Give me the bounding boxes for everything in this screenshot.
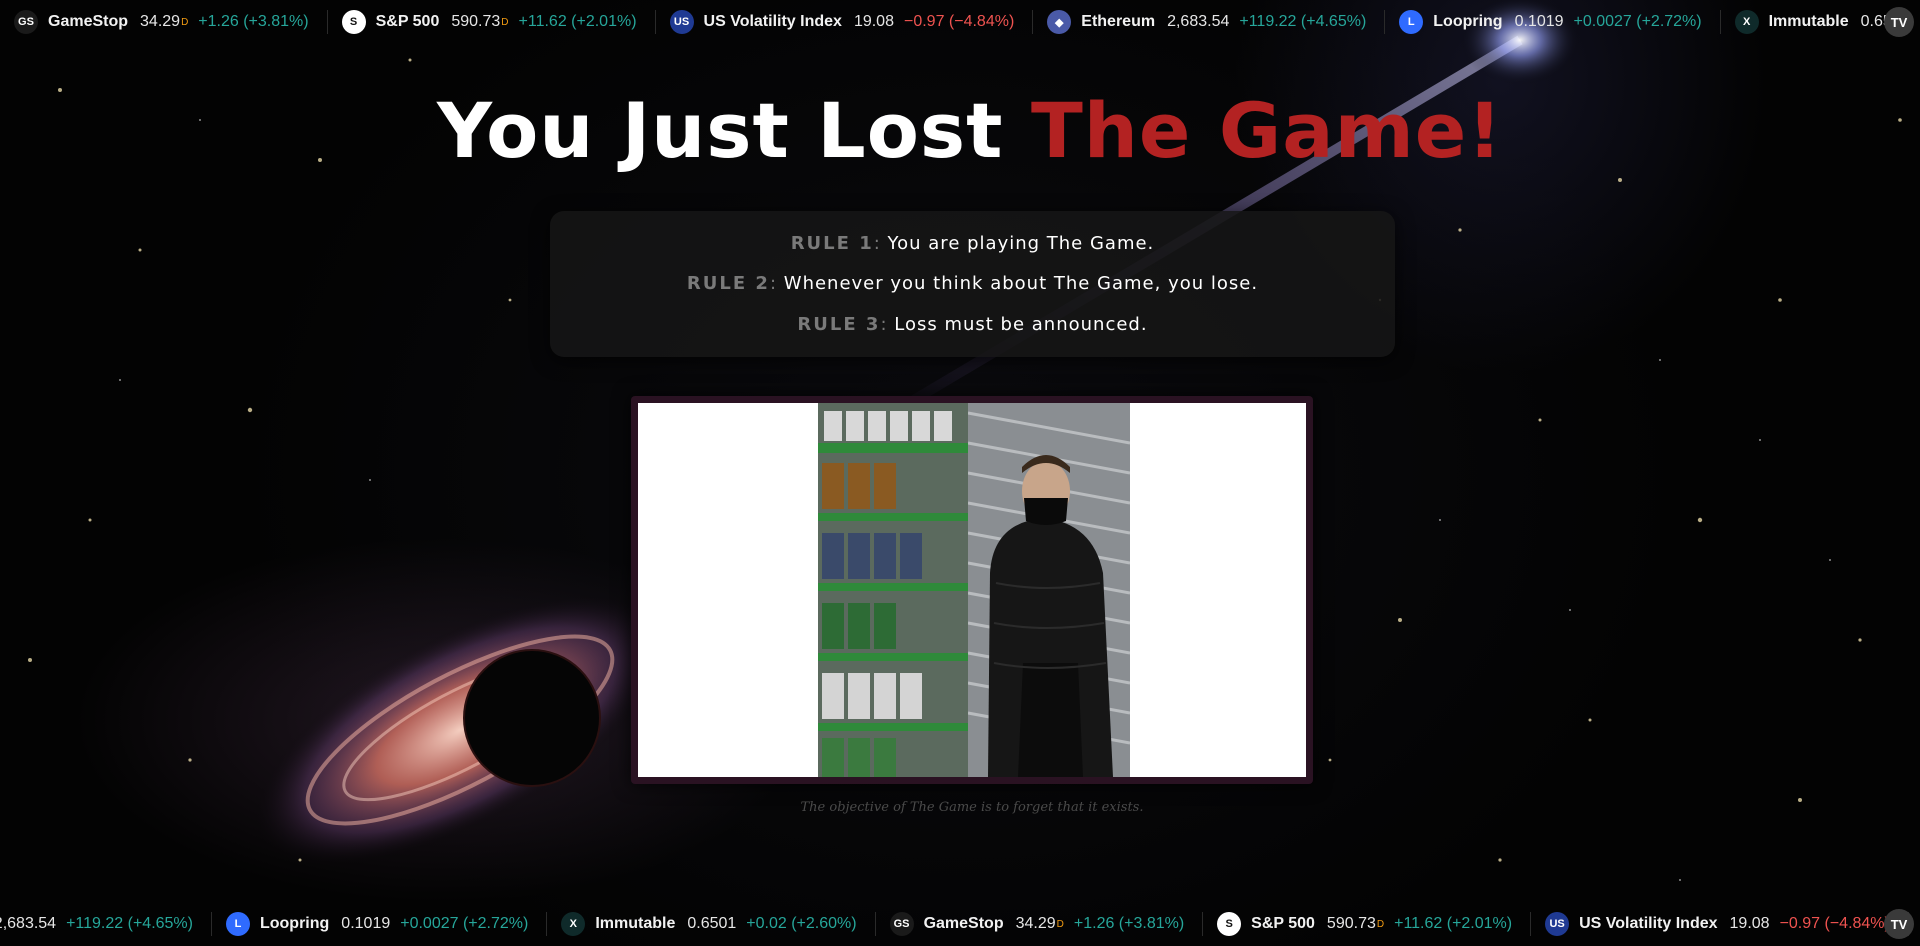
symbol-price: 34.29 — [1015, 915, 1056, 932]
symbol-name: Ethereum — [1081, 13, 1156, 30]
symbol-name: S&P 500 — [375, 13, 440, 30]
delayed-badge: D — [1056, 918, 1064, 930]
symbol-logo-icon: S — [1217, 912, 1242, 936]
page-title: You Just Lost The Game! — [0, 86, 1920, 175]
symbol-change: +119.22 (+4.65%) — [66, 915, 193, 932]
symbol-change: +0.02 (+2.60%) — [746, 915, 857, 932]
ticker-item[interactable]: L Loopring 0.1019 +0.0027 (+2.72%) — [1385, 10, 1721, 34]
rule-1-label: RULE 1 — [790, 232, 874, 254]
symbol-change: +0.0027 (+2.72%) — [1573, 13, 1702, 30]
store-photo — [818, 403, 1130, 777]
delayed-badge: D — [181, 16, 189, 28]
symbol-change: +1.26 (+3.81%) — [198, 13, 309, 30]
page: GS GameStop 34.29 D +1.26 (+3.81%) S S&P 500 59… — [0, 0, 1920, 946]
tradingview-logo-icon-bottom[interactable]: TV — [1884, 909, 1914, 939]
ticker-item[interactable]: L Loopring 0.1019 +0.0027 (+2.72%) — [212, 912, 548, 936]
symbol-logo-icon: ◆ — [1047, 10, 1072, 34]
symbol-logo-icon: GS — [889, 912, 914, 936]
rule-2-separator: : — [769, 273, 784, 295]
symbol-price: 19.08 — [1729, 915, 1770, 932]
ticker-item[interactable]: S S&P 500 590.73 D +11.62 (+2.01%) — [328, 10, 656, 34]
rule-3-text: Loss must be announced. — [894, 314, 1148, 336]
symbol-logo-icon: US — [1545, 912, 1570, 936]
symbol-logo-icon: GS — [14, 10, 38, 34]
title-part-2: The Game! — [1030, 86, 1503, 175]
rule-1-text: You are playing The Game. — [887, 232, 1155, 254]
rule-3: RULE 3: Loss must be announced. — [550, 314, 1395, 335]
caption: The objective of The Game is to forget t… — [800, 800, 1144, 815]
symbol-logo-icon: X — [1734, 10, 1759, 34]
delayed-badge: D — [1376, 918, 1385, 930]
symbol-name: Immutable — [1768, 13, 1849, 30]
rule-2: RULE 2: Whenever you think about The Gam… — [550, 273, 1395, 294]
delayed-badge: D — [501, 16, 509, 28]
symbol-price: 19.08 — [853, 13, 894, 30]
symbol-price: 0.6501 — [687, 915, 737, 932]
rule-3-label: RULE 3 — [797, 314, 881, 336]
photo-canvas — [638, 403, 1306, 777]
ticker-item[interactable]: S S&P 500 590.73 D +11.62 (+2.01%) — [1203, 912, 1532, 936]
symbol-name: US Volatility Index — [1579, 915, 1718, 932]
symbol-name: US Volatility Index — [703, 13, 842, 30]
symbol-name: GameStop — [923, 915, 1004, 932]
symbol-change: +11.62 (+2.01%) — [518, 13, 637, 30]
rule-2-text: Whenever you think about The Game, you l… — [783, 273, 1259, 295]
symbol-change: +119.22 (+4.65%) — [1239, 13, 1367, 30]
ticker-item[interactable]: ◆ Ethereum 2,683.54 +119.22 (+4.65%) — [1033, 10, 1386, 34]
ticker-item[interactable]: GS GameStop 34.29 D +1.26 (+3.81%) — [0, 10, 328, 34]
symbol-price: 590.73 — [451, 13, 501, 30]
symbol-logo-icon: X — [561, 912, 586, 936]
symbol-name: Immutable — [595, 915, 676, 932]
symbol-logo-icon: L — [1399, 10, 1424, 34]
symbol-logo-icon: L — [225, 912, 250, 936]
symbol-price: 2,683.54 — [0, 915, 57, 932]
rule-2-label: RULE 2 — [686, 273, 770, 295]
symbol-price: 0.1019 — [1514, 13, 1564, 30]
ticker-item[interactable]: GS GameStop 34.29 D +1.26 (+3.81%) — [876, 912, 1204, 936]
symbol-price: 34.29 — [140, 13, 181, 30]
ticker-item[interactable]: US US Volatility Index 19.08 −0.97 (−4.84%) — [1531, 912, 1909, 936]
rule-1-separator: : — [873, 232, 888, 254]
ticker-item[interactable]: X Immutable 0.6501 +0.02 (+2.60%) — [547, 912, 876, 936]
symbol-change: +11.62 (+2.01%) — [1394, 915, 1513, 932]
ticker-top[interactable]: GS GameStop 34.29 D +1.26 (+3.81%) S S&P 500 59… — [0, 0, 1920, 44]
tradingview-logo-icon[interactable]: TV — [1884, 7, 1914, 37]
rule-1: RULE 1: You are playing The Game. — [550, 233, 1395, 254]
rules-box: RULE 1: You are playing The Game. RULE 2… — [550, 211, 1395, 357]
symbol-name: Loopring — [1433, 13, 1503, 30]
rule-3-separator: : — [880, 314, 895, 336]
ticker-item[interactable]: ◆Ethereum2,683.54+119.22 (+4.65%) — [0, 912, 212, 936]
symbol-name: Loopring — [259, 915, 330, 932]
symbol-change: +0.0027 (+2.72%) — [400, 915, 529, 932]
symbol-logo-icon: S — [341, 10, 366, 34]
photo-frame — [631, 396, 1313, 784]
symbol-price: 2,683.54 — [1167, 13, 1230, 30]
ticker-item[interactable]: US US Volatility Index 19.08 −0.97 (−4.84%) — [656, 10, 1034, 34]
symbol-price: 0.1019 — [341, 915, 391, 932]
symbol-name: GameStop — [48, 13, 129, 30]
symbol-price: 590.73 — [1326, 915, 1376, 932]
symbol-name: S&P 500 — [1251, 915, 1315, 932]
title-part-1: You Just Lost — [437, 86, 1031, 175]
symbol-change: −0.97 (−4.84%) — [903, 13, 1015, 30]
symbol-change: +1.26 (+3.81%) — [1073, 915, 1185, 932]
ticker-bottom[interactable]: ◆Ethereum2,683.54+119.22 (+4.65%)LLoopri… — [0, 902, 1920, 946]
symbol-change: −0.97 (−4.84%) — [1779, 915, 1890, 932]
symbol-logo-icon: US — [669, 10, 694, 34]
